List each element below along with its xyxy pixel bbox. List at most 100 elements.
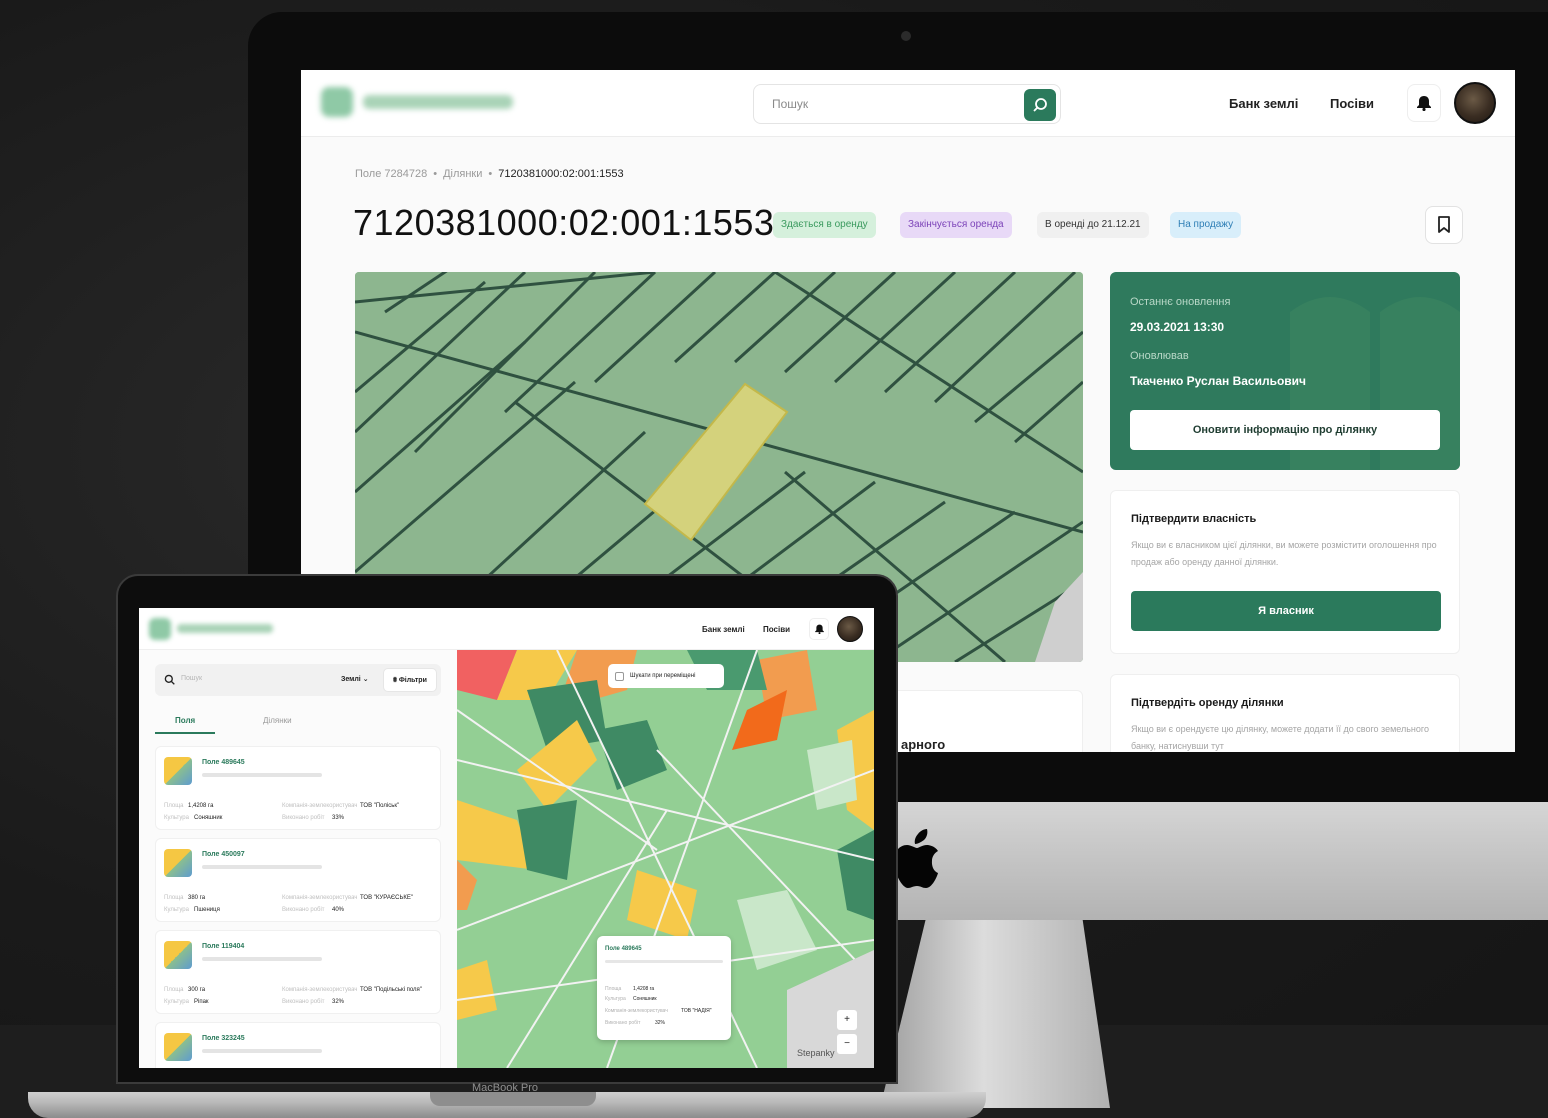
checkbox-icon [615,672,624,681]
mb-avatar[interactable] [837,616,863,642]
search-input[interactable]: Пошук [772,97,808,111]
filter-icon: ⩩ [393,677,397,684]
update-card: Останнє оновлення 29.03.2021 13:30 Оновл… [1110,272,1460,470]
field-share: 32% [332,999,345,1005]
mb-map-city-label: Stepanky [797,1048,835,1058]
mb-type-dropdown[interactable]: Землі ⌄ [341,675,369,683]
mb-search-on-move-label: Шукати при переміщені [630,673,696,679]
status-badge-leased-until: В оренді до 21.12.21 [1037,212,1149,238]
popup-field-name: Поле 489645 [605,946,642,952]
mb-logo[interactable] [149,616,279,642]
field-crop-label: Культура [164,999,189,1005]
lease-card-title: Підтвердіть оренду ділянки [1131,697,1284,709]
popup-crop: Соняшник [633,996,657,1002]
status-badge-for-sale: На продажу [1170,212,1242,238]
field-name: Поле 323245 [202,1035,245,1042]
mb-field-item[interactable]: Поле 119404 Площа 300 га Культура Ріпак … [155,930,441,1014]
apple-logo-icon [894,829,938,888]
mb-search-on-move-toggle[interactable]: Шукати при переміщені [608,664,724,688]
mb-field-item[interactable]: Поле 489645 Площа 1,4208 га Культура Сон… [155,746,441,830]
info-card-partial-text: арного [901,737,946,752]
bell-icon [814,624,824,634]
bookmark-icon [1438,216,1450,233]
mb-zoom-out-button[interactable]: − [837,1034,857,1054]
mb-nav-crops[interactable]: Посіви [763,625,790,634]
mb-field-list-panel: Пошук Землі ⌄ ⩩ Фільтри Поля Ділянки Пол… [139,650,457,1068]
field-tenant-label: Компанія-землекористувач [282,803,358,809]
field-area: 300 га [188,987,206,993]
mb-nav-land-bank[interactable]: Банк землі [702,625,745,634]
field-tenant-label: Компанія-землекористувач [282,895,358,901]
field-name: Поле 489645 [202,759,245,766]
field-crop-label: Культура [164,907,189,913]
breadcrumb-current: 7120381000:02:001:1553 [498,168,624,180]
lease-card: Підтвердіть оренду ділянки Якщо ви є оре… [1110,674,1460,752]
mb-filters-button[interactable]: ⩩ Фільтри [383,668,437,692]
status-badge-for-rent: Здається в оренду [773,212,876,238]
ownership-card-text: Якщо ви є власником цієї ділянки, ви мож… [1131,540,1437,567]
device-mockup-scene: Пошук Банк землі Посіви Поле 7284728 • Діл… [0,0,1548,1118]
updated-by-label: Оновлював [1130,350,1189,362]
popup-crop-label: Культура [605,996,626,1002]
popup-tenant-label: Компанія-землекористувач [605,1008,668,1014]
mb-search-input[interactable]: Пошук [181,675,202,682]
field-share-label: Виконано робіт [282,907,325,913]
breadcrumb-plots[interactable]: Ділянки [443,168,482,180]
field-thumbnail [164,849,192,877]
field-tenant: ТОВ "Подільські поля" [360,987,422,993]
mb-tab-plots[interactable]: Ділянки [263,716,292,725]
mb-tab-fields[interactable]: Поля [175,716,195,725]
field-tenant: ТОВ "Поліськ" [360,803,400,809]
mb-filters-label: Фільтри [398,677,427,684]
mb-tab-indicator [155,732,215,734]
last-update-value: 29.03.2021 13:30 [1130,320,1225,334]
update-info-button[interactable]: Оновити інформацію про ділянку [1130,410,1440,450]
mb-map-popup[interactable]: Поле 489645 Площа 1,4208 га Культура Сон… [597,936,731,1040]
field-area-label: Площа [164,895,184,901]
logo[interactable] [321,85,521,121]
popup-area: 1,4208 га [633,986,655,992]
popup-address [605,960,723,963]
field-tenant-label: Компанія-землекористувач [282,987,358,993]
mb-field-item[interactable]: Поле 450097 Площа 380 га Культура Пшениц… [155,838,441,922]
ownership-card: Підтвердити власність Якщо ви є власнико… [1110,490,1460,654]
mb-notifications-button[interactable] [809,618,829,640]
field-thumbnail [164,941,192,969]
field-share-label: Виконано робіт [282,815,325,821]
avatar[interactable] [1454,82,1496,124]
search-button[interactable] [1024,89,1056,121]
field-area: 380 га [188,895,206,901]
breadcrumb-field[interactable]: Поле 7284728 [355,168,427,180]
ownership-card-title: Підтвердити власність [1131,513,1257,525]
field-area-label: Площа [164,987,184,993]
bell-icon [1417,96,1431,111]
field-thumbnail [164,1033,192,1061]
mb-field-item[interactable]: Поле 323245 [155,1022,441,1068]
field-thumbnail [164,757,192,785]
breadcrumb: Поле 7284728 • Ділянки • 7120381000:02:001:1… [355,168,624,180]
field-crop: Ріпак [194,999,209,1005]
i-am-owner-button[interactable]: Я власник [1131,591,1441,631]
notifications-button[interactable] [1407,84,1441,122]
popup-share-label: Виконано робіт [605,1020,641,1026]
nav-crops[interactable]: Посіви [1330,96,1374,111]
mb-fields-map[interactable]: Шукати при переміщені Поле 489645 Площа … [457,650,874,1068]
imac-camera [901,31,911,41]
mb-search-field[interactable]: Пошук Землі ⌄ ⩩ Фільтри [155,664,441,696]
field-address [202,865,322,869]
mb-zoom-in-button[interactable]: + [837,1010,857,1030]
nav-land-bank[interactable]: Банк землі [1229,96,1298,111]
last-update-label: Останнє оновлення [1130,296,1231,308]
search-icon [164,674,175,685]
search-field[interactable]: Пошук [753,84,1061,124]
chevron-down-icon: ⌄ [362,676,369,683]
field-share-label: Виконано робіт [282,999,325,1005]
field-tenant: ТОВ "КУРАЄСЬКЕ" [360,895,414,901]
field-crop: Пшениця [194,907,220,913]
field-name: Поле 119404 [202,943,245,950]
field-address [202,957,322,961]
search-icon [1033,98,1047,112]
field-share: 33% [332,815,345,821]
bookmark-button[interactable] [1425,206,1463,244]
field-area: 1,4208 га [188,803,214,809]
